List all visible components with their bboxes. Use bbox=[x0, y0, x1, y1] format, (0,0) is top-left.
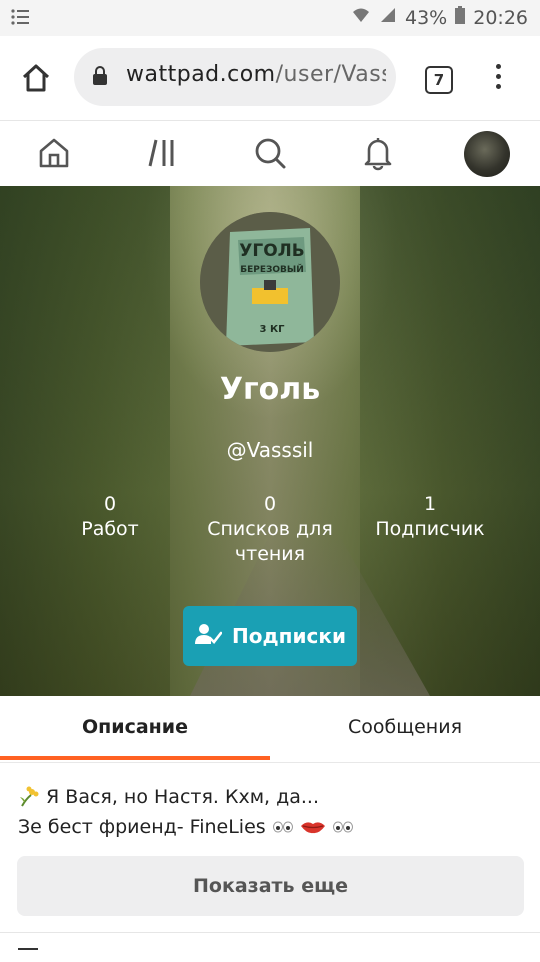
clock: 20:26 bbox=[473, 6, 528, 29]
url-text[interactable]: wattpad.com/user/Vasssi bbox=[126, 62, 386, 92]
url-path: /user/Vasssi bbox=[275, 62, 386, 87]
battery-icon bbox=[455, 6, 466, 29]
lips-icon bbox=[300, 816, 332, 838]
stat-value: 1 bbox=[423, 493, 437, 515]
stat-label: Работ bbox=[81, 518, 139, 540]
user-check-icon bbox=[194, 622, 223, 651]
signal-icon bbox=[379, 6, 397, 29]
stat-label: Списков для чтения bbox=[207, 518, 333, 565]
profile-header: УГОЛЬ БЕРЕЗОВЫЙ 3 КГ Уголь @Vasssil 0 Ра… bbox=[0, 186, 540, 696]
bell-icon[interactable] bbox=[360, 135, 396, 171]
profile-tabs: Описание Сообщения bbox=[0, 696, 540, 763]
search-icon[interactable] bbox=[252, 135, 288, 171]
active-tab-indicator bbox=[0, 756, 270, 760]
wattpad-nav bbox=[0, 120, 540, 187]
following-button-label: Подписки bbox=[232, 624, 346, 648]
following-button[interactable]: Подписки bbox=[183, 606, 357, 666]
eyes-icon bbox=[272, 816, 300, 838]
home-icon[interactable] bbox=[36, 135, 72, 171]
pic-text-3: 3 КГ bbox=[260, 324, 286, 335]
user-avatar[interactable] bbox=[464, 131, 510, 177]
address-bar[interactable]: wattpad.com/user/Vasssi bbox=[74, 48, 396, 106]
stat-followers[interactable]: 1 Подписчик bbox=[345, 492, 515, 542]
tab-messages[interactable]: Сообщения bbox=[270, 696, 540, 762]
stat-works[interactable]: 0 Работ bbox=[25, 492, 195, 542]
tab-description[interactable]: Описание bbox=[0, 696, 270, 762]
browser-toolbar: wattpad.com/user/Vasssi 7 bbox=[0, 36, 540, 120]
eyes-icon bbox=[332, 816, 354, 838]
profile-name: Уголь bbox=[219, 372, 321, 407]
more-options-icon[interactable] bbox=[488, 64, 508, 94]
bio-line-1: Я Вася, но Настя. Кхм, да... bbox=[46, 786, 320, 808]
profile-username: @Vasssil bbox=[226, 438, 314, 462]
library-icon[interactable] bbox=[146, 135, 182, 171]
stat-label: Подписчик bbox=[375, 518, 485, 540]
list-icon bbox=[10, 6, 32, 33]
show-more-button[interactable]: Показать еще bbox=[17, 856, 524, 916]
flower-icon bbox=[18, 786, 46, 808]
pic-text-2: БЕРЕЗОВЫЙ bbox=[240, 263, 304, 275]
status-bar: 43% 20:26 bbox=[0, 0, 540, 36]
stat-reading-lists[interactable]: 0 Списков для чтения bbox=[185, 492, 355, 567]
divider bbox=[0, 932, 540, 933]
battery-percent: 43% bbox=[405, 6, 448, 29]
lock-icon bbox=[92, 66, 108, 86]
bio-line-2: Зе бест фриенд- FineLies bbox=[18, 816, 266, 838]
browser-home-icon[interactable] bbox=[20, 62, 52, 94]
stat-value: 0 bbox=[103, 493, 117, 515]
profile-bio: Я Вася, но Настя. Кхм, да... Зе бест фри… bbox=[18, 782, 528, 842]
tab-switcher-button[interactable]: 7 bbox=[425, 66, 453, 94]
stat-value: 0 bbox=[263, 493, 277, 515]
wifi-icon bbox=[351, 6, 371, 29]
profile-picture: УГОЛЬ БЕРЕЗОВЫЙ 3 КГ bbox=[200, 212, 340, 352]
url-domain: wattpad.com bbox=[126, 62, 276, 87]
pic-text-1: УГОЛЬ bbox=[239, 241, 304, 261]
